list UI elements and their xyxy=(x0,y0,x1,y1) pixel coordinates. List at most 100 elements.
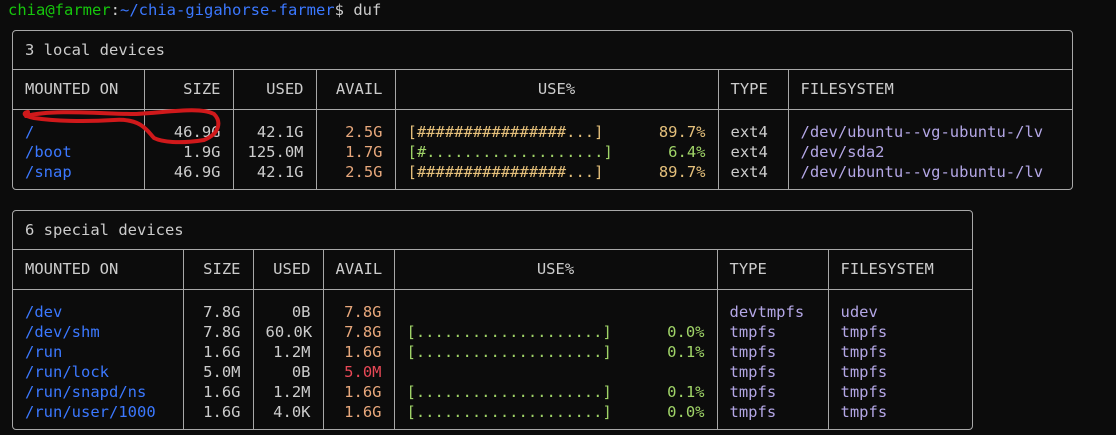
used-cell: 1.2M xyxy=(253,341,324,362)
prompt-symbol: $ xyxy=(334,1,354,19)
usage-percent: 0.1% xyxy=(667,382,705,401)
type-cell: tmpfs xyxy=(717,401,829,429)
header-avail: AVAIL xyxy=(323,250,395,290)
header-size: SIZE xyxy=(144,70,234,110)
table-row: /run/snapd/ns 1.6G 1.2M 1.6G [..........… xyxy=(13,381,972,402)
filesystem-cell: /dev/sda2 xyxy=(800,142,885,161)
header-type: TYPE xyxy=(717,250,829,290)
used-cell: 42.1G xyxy=(233,161,317,189)
header-size: SIZE xyxy=(183,250,254,290)
usage-percent: 0.0% xyxy=(667,402,705,421)
header-used: USED xyxy=(233,70,317,110)
used-cell: 60.0K xyxy=(253,321,324,342)
usage-bar: [#...................] xyxy=(407,142,613,161)
use-cell: [....................] 0.1% xyxy=(394,381,718,402)
type-cell: tmpfs xyxy=(717,361,829,382)
usage-bar: [....................] xyxy=(406,342,612,361)
used-cell: 1.2M xyxy=(253,381,324,402)
type-cell: tmpfs xyxy=(717,321,829,342)
usage-percent: 89.7% xyxy=(658,162,706,181)
mount-cell: /dev/shm xyxy=(13,321,184,342)
mount-cell: /run/user/1000 xyxy=(13,401,184,429)
size-cell: 1.6G xyxy=(183,381,254,402)
size-cell: 5.0M xyxy=(183,361,254,382)
type-cell: tmpfs xyxy=(717,341,829,362)
table-row: /dev/shm 7.8G 60.0K 7.8G [..............… xyxy=(13,321,972,342)
usage-percent: 0.1% xyxy=(667,342,705,361)
use-cell: [#...................] 6.4% xyxy=(395,141,719,162)
prompt-user-host: chia@farmer xyxy=(8,1,111,19)
avail-cell: 1.6G xyxy=(323,341,395,362)
avail-cell: 1.6G xyxy=(323,381,395,402)
usage-bar: [....................] xyxy=(406,322,612,341)
filesystem-cell: /dev/ubuntu--vg-ubuntu-/lv xyxy=(800,122,1044,141)
used-cell: 42.1G xyxy=(233,109,317,142)
size-cell: 1.6G xyxy=(183,401,254,429)
usage-percent: 0.0% xyxy=(667,322,705,341)
table-row: /boot 1.9G 125.0M 1.7G [#...............… xyxy=(13,141,1072,162)
prompt-command: duf xyxy=(353,1,382,19)
filesystem-cell: tmpfs xyxy=(840,382,888,401)
avail-cell: 7.8G xyxy=(323,289,395,322)
used-cell: 0B xyxy=(253,361,324,382)
header-avail: AVAIL xyxy=(316,70,396,110)
filesystem-cell: /dev/ubuntu--vg-ubuntu-/lv xyxy=(800,162,1044,181)
table-header-row: MOUNTED ON SIZE USED AVAIL USE% TYPE FIL… xyxy=(13,70,1072,110)
shell-prompt: chia@farmer:~/chia-gigahorse-farmer$ duf xyxy=(8,0,381,20)
avail-cell: 2.5G xyxy=(316,161,396,189)
size-cell: 1.9G xyxy=(144,141,234,162)
usage-bar: [################...] xyxy=(407,162,604,181)
mount-cell: / xyxy=(13,109,145,142)
table-header-row: MOUNTED ON SIZE USED AVAIL USE% TYPE FIL… xyxy=(13,250,972,290)
usage-bar: [################...] xyxy=(407,122,604,141)
table-row: /run/user/1000 1.6G 4.0K 1.6G [.........… xyxy=(13,401,972,429)
header-use-pct: USE% xyxy=(394,250,718,290)
local-devices-panel: 3 local devices MOUNTED ON SIZE USED AVA… xyxy=(12,30,1073,190)
usage-percent: 6.4% xyxy=(668,142,706,161)
use-cell: [################...] 89.7% xyxy=(395,109,719,142)
header-filesystem: FILESYSTEM xyxy=(788,70,1072,110)
use-cell: [....................] 0.1% xyxy=(394,341,718,362)
header-used: USED xyxy=(253,250,324,290)
used-cell: 0B xyxy=(253,289,324,322)
header-mounted-on: MOUNTED ON xyxy=(13,250,184,290)
table-row: / 46.9G 42.1G 2.5G [################...]… xyxy=(13,109,1072,142)
used-cell: 4.0K xyxy=(253,401,324,429)
mount-cell: /run/lock xyxy=(13,361,184,382)
mount-cell: /dev xyxy=(13,289,184,322)
table-row: /run/lock 5.0M 0B 5.0M tmpfs tmpfs xyxy=(13,361,972,382)
size-cell: 7.8G xyxy=(183,321,254,342)
avail-cell: 2.5G xyxy=(316,109,396,142)
filesystem-cell: tmpfs xyxy=(840,402,888,421)
mount-cell: /run xyxy=(13,341,184,362)
avail-cell: 5.0M xyxy=(323,361,395,382)
local-devices-title: 3 local devices xyxy=(13,31,1072,70)
avail-cell: 1.6G xyxy=(323,401,395,429)
avail-cell: 7.8G xyxy=(323,321,395,342)
size-cell: 46.9G xyxy=(144,161,234,189)
usage-percent: 89.7% xyxy=(658,122,706,141)
special-devices-table: MOUNTED ON SIZE USED AVAIL USE% TYPE FIL… xyxy=(13,250,972,429)
header-mounted-on: MOUNTED ON xyxy=(13,70,145,110)
prompt-path: ~/chia-gigahorse-farmer xyxy=(120,1,335,19)
table-row: /run 1.6G 1.2M 1.6G [...................… xyxy=(13,341,972,362)
use-cell: [################...] 89.7% xyxy=(395,161,719,189)
mount-cell: /snap xyxy=(13,161,145,189)
mount-cell: /run/snapd/ns xyxy=(13,381,184,402)
type-cell: ext4 xyxy=(718,161,789,189)
filesystem-cell: tmpfs xyxy=(840,342,888,361)
special-devices-title: 6 special devices xyxy=(13,211,972,250)
filesystem-cell: tmpfs xyxy=(840,322,888,341)
filesystem-cell: tmpfs xyxy=(840,362,888,381)
usage-bar: [....................] xyxy=(406,382,612,401)
size-cell: 1.6G xyxy=(183,341,254,362)
local-devices-table: MOUNTED ON SIZE USED AVAIL USE% TYPE FIL… xyxy=(13,70,1072,189)
mount-cell: /boot xyxy=(13,141,145,162)
type-cell: tmpfs xyxy=(717,381,829,402)
header-filesystem: FILESYSTEM xyxy=(828,250,972,290)
use-cell: [....................] 0.0% xyxy=(394,321,718,342)
use-cell: [....................] 0.0% xyxy=(394,401,718,429)
header-type: TYPE xyxy=(718,70,789,110)
use-cell xyxy=(394,361,718,382)
usage-bar: [....................] xyxy=(406,402,612,421)
